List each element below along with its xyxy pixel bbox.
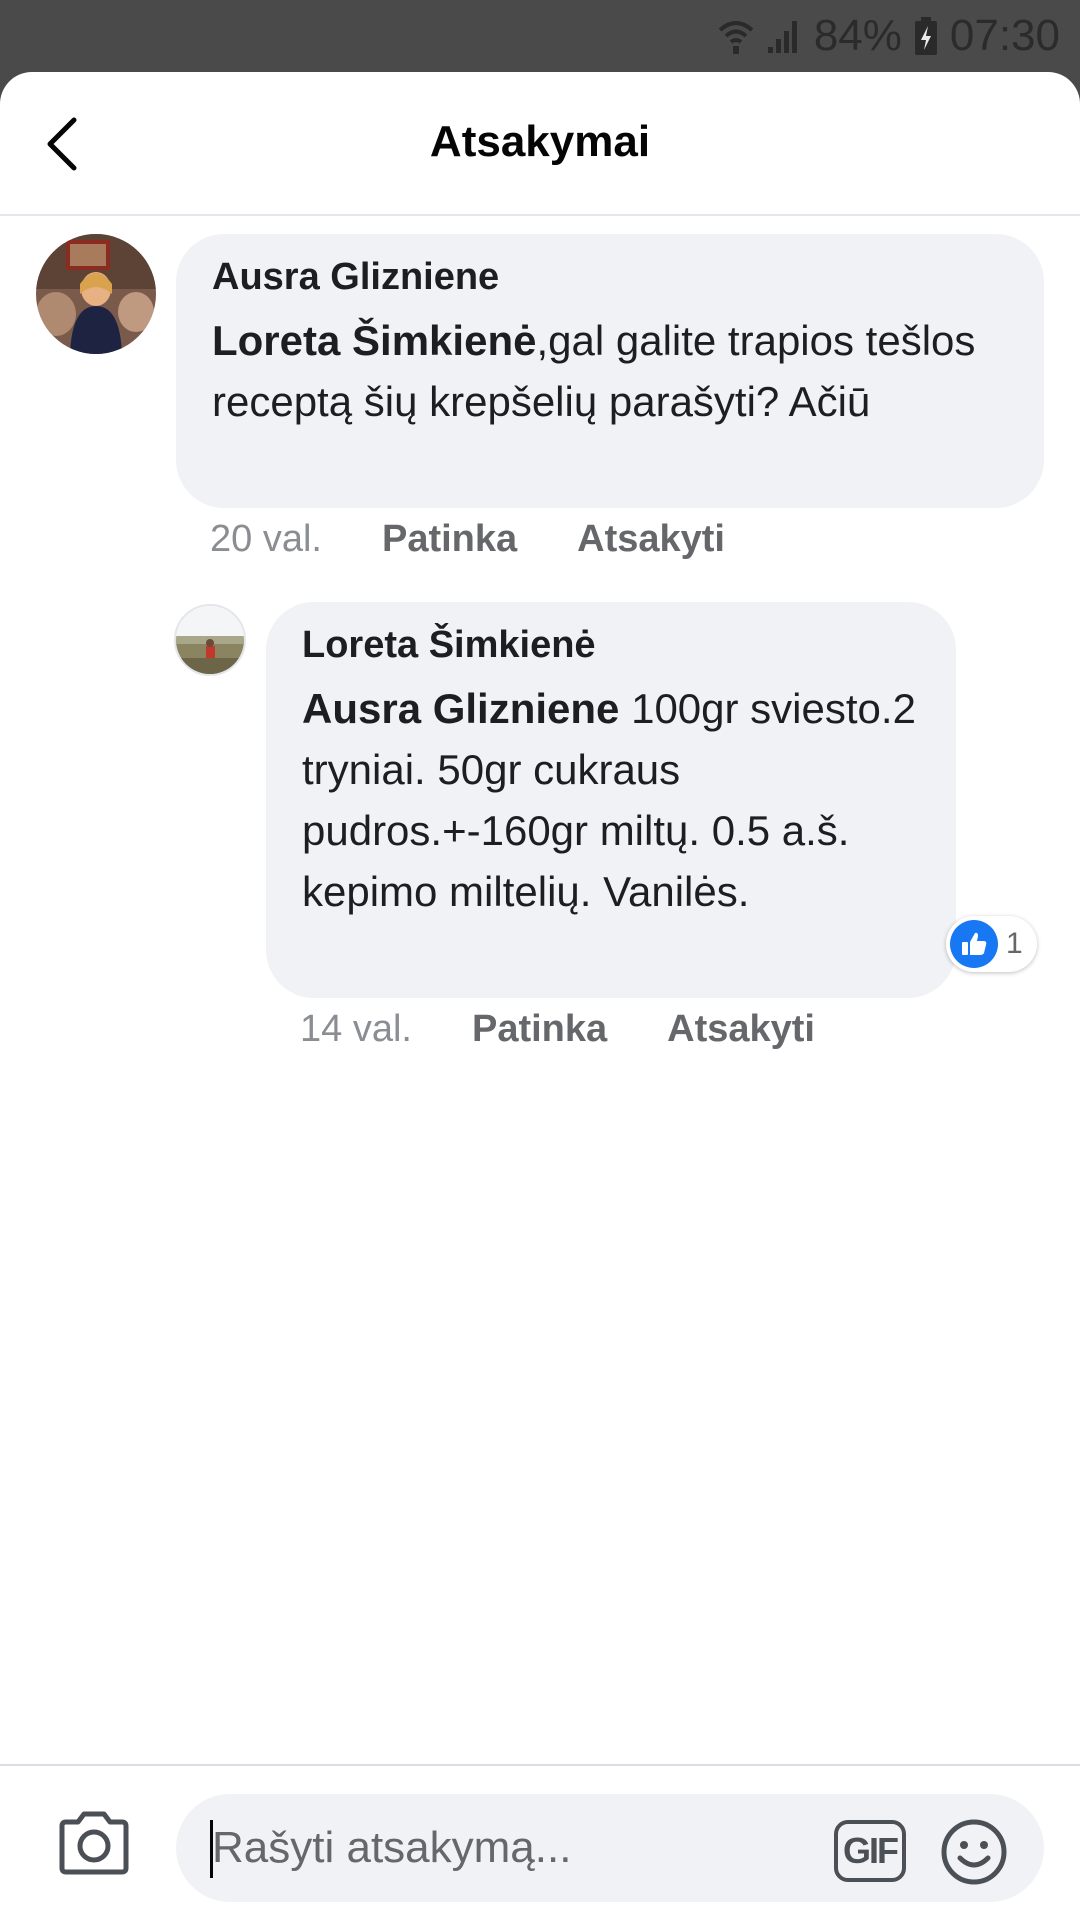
comment-author[interactable]: Loreta Šimkienė — [302, 622, 922, 668]
comment-bubble[interactable]: Loreta Šimkienė Ausra Glizniene 100gr sv… — [266, 602, 956, 998]
reaction-count: 1 — [1006, 927, 1023, 960]
avatar[interactable] — [36, 234, 156, 354]
gif-button[interactable]: GIF — [834, 1820, 906, 1882]
reply-button[interactable]: Atsakyti — [577, 518, 725, 561]
wifi-icon — [718, 16, 754, 56]
page-title: Atsakymai — [429, 117, 651, 166]
avatar[interactable] — [174, 604, 246, 676]
reply-input-container[interactable]: GIF — [176, 1794, 1044, 1902]
signal-icon — [766, 17, 802, 55]
mention-link[interactable]: Loreta Šimkienė — [212, 317, 536, 364]
reaction-summary[interactable]: 1 — [946, 916, 1037, 972]
like-button[interactable]: Patinka — [382, 518, 517, 561]
status-bar: 84% 07:30 — [0, 0, 1080, 72]
comment-time: 14 val. — [300, 1008, 412, 1050]
comment-actions: 14 val. Patinka Atsakyti — [300, 1008, 815, 1051]
status-icons: 84% 07:30 — [718, 10, 1060, 62]
battery-charging-icon — [914, 16, 938, 56]
camera-button[interactable] — [56, 1808, 132, 1878]
comment-author[interactable]: Ausra Glizniene — [212, 254, 1010, 300]
comment-time: 20 val. — [210, 518, 322, 560]
replies-sheet: Atsakymai Ausra Glizniene Loreta Šimkien… — [0, 72, 1080, 1920]
header: Atsakymai — [0, 72, 1080, 216]
thumbs-up-icon — [950, 920, 998, 968]
reply-input[interactable] — [212, 1794, 802, 1902]
battery-percent: 84% — [813, 11, 902, 60]
comment-text: Ausra Glizniene 100gr sviesto.2 tryniai.… — [302, 678, 922, 922]
comment-bubble[interactable]: Ausra Glizniene Loreta Šimkienė,gal gali… — [176, 234, 1044, 508]
reply-button[interactable]: Atsakyti — [667, 1008, 815, 1051]
comment-actions: 20 val. Patinka Atsakyti — [210, 518, 725, 561]
emoji-button[interactable] — [940, 1818, 1008, 1886]
reply-composer: GIF — [0, 1764, 1080, 1920]
camera-icon — [59, 1811, 129, 1875]
comment-text: Loreta Šimkienė,gal galite trapios tešlo… — [212, 310, 1010, 432]
mention-link[interactable]: Ausra Glizniene — [302, 685, 619, 732]
smiley-icon — [941, 1819, 1007, 1885]
clock: 07:30 — [949, 11, 1060, 60]
like-button[interactable]: Patinka — [472, 1008, 607, 1051]
